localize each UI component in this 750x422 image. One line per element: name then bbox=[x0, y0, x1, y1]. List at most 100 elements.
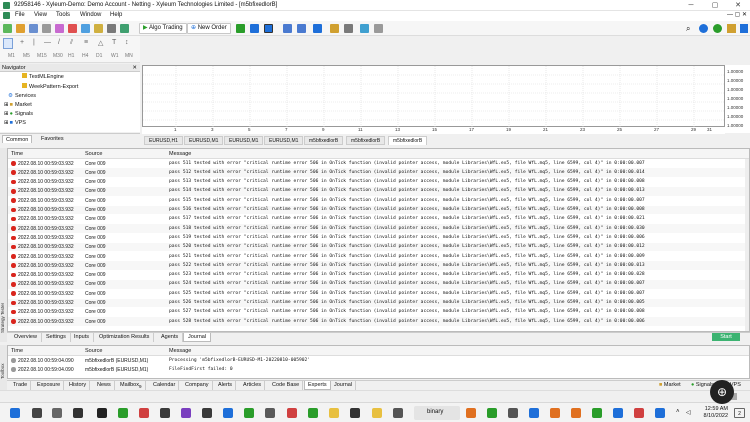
new-chart-icon[interactable] bbox=[3, 24, 12, 33]
profiles-icon[interactable] bbox=[29, 24, 38, 33]
experts-row[interactable]: 2022.08.10 00:59:04.090 m5bfixedlorB (EU… bbox=[8, 365, 749, 374]
menu-help[interactable]: Help bbox=[110, 12, 122, 18]
strategy-tester-icon[interactable] bbox=[94, 24, 103, 33]
tab-trade[interactable]: Trade bbox=[10, 381, 32, 390]
chrome-icon-3[interactable] bbox=[571, 408, 581, 418]
signals-icon[interactable] bbox=[713, 24, 722, 33]
timeframe-d1[interactable]: D1 bbox=[96, 53, 102, 59]
journal-row[interactable]: 2022.08.10 00:59:03.932 Core 009 pass 514 … bbox=[8, 186, 749, 196]
tab-calendar[interactable]: Calendar bbox=[150, 381, 180, 390]
scroll-chart-icon[interactable] bbox=[330, 24, 339, 33]
chrome-icon[interactable] bbox=[466, 408, 476, 418]
market-link[interactable]: ■ Market bbox=[659, 382, 681, 388]
chart-tab[interactable]: EURUSD,M1 bbox=[184, 136, 224, 145]
chrome-icon-2[interactable] bbox=[550, 408, 560, 418]
journal-row[interactable]: 2022.08.10 00:59:03.932 Core 009 pass 518 … bbox=[8, 224, 749, 233]
journal-row[interactable]: 2022.08.10 00:59:03.932 Core 009 pass 511 … bbox=[8, 159, 749, 168]
journal-row[interactable]: 2022.08.10 00:59:03.932 Core 009 pass 522 … bbox=[8, 261, 749, 271]
timeframe-m1[interactable]: M1 bbox=[8, 53, 15, 59]
chart-tab-active[interactable]: m5bfixedlorB bbox=[388, 136, 428, 145]
timeframe-w1[interactable]: W1 bbox=[111, 53, 119, 59]
horizontal-line-icon[interactable]: — bbox=[44, 39, 51, 46]
timeframe-h4[interactable]: H4 bbox=[82, 53, 88, 59]
fibonacci-icon[interactable]: ≡ bbox=[84, 39, 88, 46]
experts-row[interactable]: 2022.08.10 00:59:04.090 m5bfixedlorB (EU… bbox=[8, 356, 749, 365]
col-time[interactable]: Time bbox=[11, 151, 23, 157]
vps-icon[interactable] bbox=[740, 24, 748, 33]
arrows-icon[interactable]: ↕ bbox=[125, 39, 129, 46]
menu-window[interactable]: Window bbox=[80, 12, 101, 18]
app-icon-purple[interactable] bbox=[181, 408, 191, 418]
new-order-button[interactable]: ⊕ New Order bbox=[187, 23, 231, 34]
data-window-icon[interactable] bbox=[55, 24, 64, 33]
tab-alerts[interactable]: Alerts bbox=[215, 381, 237, 390]
timeframe-mn[interactable]: MN bbox=[125, 53, 133, 59]
volume-icon[interactable]: ◁ bbox=[686, 409, 691, 416]
tab-experts[interactable]: Experts bbox=[304, 381, 331, 390]
journal-row[interactable]: 2022.08.10 00:59:03.932 Core 009 pass 520 … bbox=[8, 242, 749, 252]
tab-optimization-results[interactable]: Optimization Results bbox=[95, 333, 155, 342]
chart-area[interactable] bbox=[142, 65, 726, 128]
tray-chevron-icon[interactable]: ˄ bbox=[676, 409, 680, 415]
tab-agents[interactable]: Agents bbox=[157, 333, 184, 342]
tab-company[interactable]: Company bbox=[182, 381, 213, 390]
clock[interactable]: 12:59 AM 8/10/2022 bbox=[704, 406, 728, 420]
menu-file[interactable]: File bbox=[15, 12, 25, 18]
app-icon-green-2[interactable] bbox=[244, 408, 254, 418]
chart-tab[interactable]: m5bfixedlorB bbox=[346, 136, 386, 145]
close-document-icon[interactable]: — ▢ ✕ bbox=[727, 11, 747, 18]
journal-row[interactable]: 2022.08.10 00:59:03.932 Core 009 pass 528 … bbox=[8, 317, 749, 326]
nav-item-market[interactable]: ⊞■ Market bbox=[4, 102, 32, 108]
app-icon-green-4[interactable] bbox=[487, 408, 497, 418]
shapes-icon[interactable]: △ bbox=[98, 39, 103, 47]
edge-icon[interactable] bbox=[223, 408, 233, 418]
journal-row[interactable]: 2022.08.10 00:59:03.932 Core 009 pass 517 … bbox=[8, 215, 749, 224]
app-menu-icon[interactable] bbox=[3, 12, 10, 19]
candle-chart-icon[interactable] bbox=[250, 24, 259, 33]
app-icon-red[interactable] bbox=[139, 408, 149, 418]
search-taskbar-icon[interactable] bbox=[32, 408, 42, 418]
app-icon-red-2[interactable] bbox=[287, 408, 297, 418]
crosshair-icon[interactable]: + bbox=[20, 39, 24, 46]
col-message[interactable]: Message bbox=[169, 151, 191, 157]
account-icon[interactable] bbox=[699, 24, 708, 33]
menu-view[interactable]: View bbox=[34, 12, 47, 18]
journal-row[interactable]: 2022.08.10 00:59:03.932 Core 009 pass 513 … bbox=[8, 178, 749, 187]
col-message[interactable]: Message bbox=[169, 348, 191, 354]
mail-icon[interactable] bbox=[613, 408, 623, 418]
tab-inputs[interactable]: Inputs bbox=[70, 333, 94, 342]
folder-icon[interactable] bbox=[372, 408, 382, 418]
journal-row[interactable]: 2022.08.10 00:59:03.932 Core 009 pass 512 … bbox=[8, 168, 749, 178]
journal-row[interactable]: 2022.08.10 00:59:03.932 Core 009 pass 519 … bbox=[8, 233, 749, 242]
zoom-out-icon[interactable] bbox=[297, 24, 306, 33]
nav-item-weekpattern-export[interactable]: WeekPattern-Export bbox=[22, 83, 78, 90]
word-icon[interactable] bbox=[529, 408, 539, 418]
toolbox-icon[interactable] bbox=[81, 24, 90, 33]
expand-icon[interactable]: ⊞ bbox=[4, 120, 9, 126]
journal-row[interactable]: 2022.08.10 00:59:03.932 Core 009 pass 516 … bbox=[8, 205, 749, 215]
navigator-close-icon[interactable]: ✕ bbox=[132, 64, 137, 72]
market-watch-icon[interactable] bbox=[42, 24, 51, 33]
app-icon-gray-2[interactable] bbox=[265, 408, 275, 418]
notifications-icon[interactable]: 2 bbox=[734, 408, 745, 418]
close-button[interactable]: ✕ bbox=[727, 0, 749, 11]
trendline-icon[interactable]: / bbox=[58, 39, 60, 46]
excel-icon[interactable] bbox=[592, 408, 602, 418]
tab-journal[interactable]: Journal bbox=[331, 381, 357, 390]
timeframe-m15[interactable]: M15 bbox=[37, 53, 47, 59]
app-icon-dark-2[interactable] bbox=[350, 408, 360, 418]
minimize-button[interactable]: ─ bbox=[680, 0, 702, 11]
shift-chart-icon[interactable] bbox=[344, 24, 353, 33]
text-icon[interactable]: T bbox=[112, 39, 116, 46]
ide-icon[interactable] bbox=[107, 24, 116, 33]
timeframe-m30[interactable]: M30 bbox=[53, 53, 63, 59]
task-view-icon[interactable] bbox=[52, 408, 62, 418]
app-icon-blue[interactable] bbox=[655, 408, 665, 418]
tab-articles[interactable]: Articles bbox=[240, 381, 266, 390]
journal-row[interactable]: 2022.08.10 00:59:03.932 Core 009 pass 524 … bbox=[8, 279, 749, 289]
tab-history[interactable]: History bbox=[66, 381, 91, 390]
binary-task[interactable]: binary bbox=[414, 406, 460, 420]
search-icon[interactable]: ⌕ bbox=[686, 24, 690, 34]
journal-row[interactable]: 2022.08.10 00:59:03.932 Core 009 pass 527 … bbox=[8, 308, 749, 317]
journal-row[interactable]: 2022.08.10 00:59:03.932 Core 009 pass 523 … bbox=[8, 271, 749, 280]
